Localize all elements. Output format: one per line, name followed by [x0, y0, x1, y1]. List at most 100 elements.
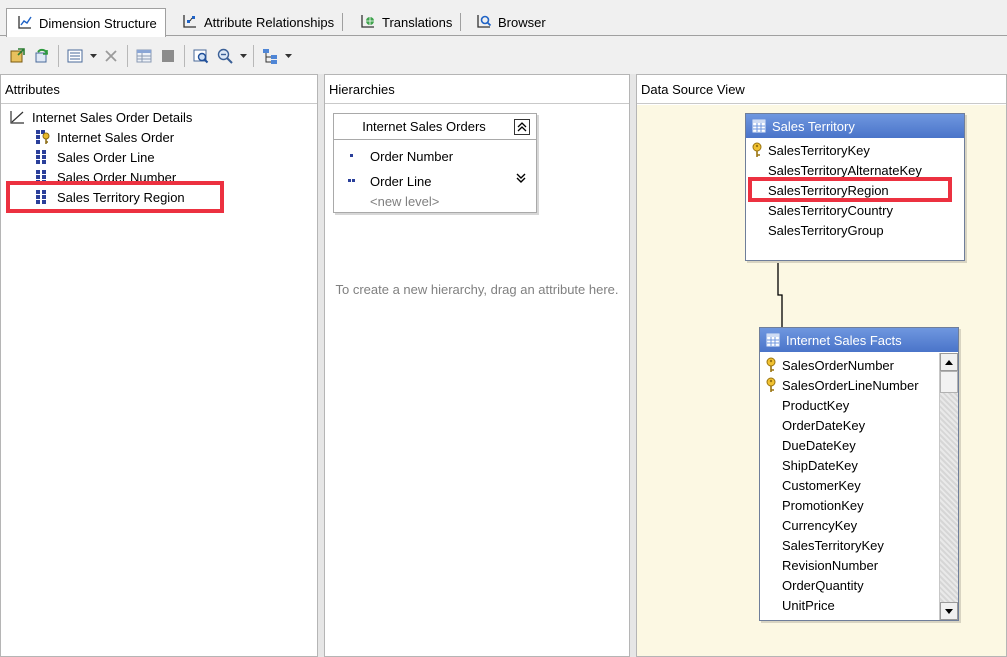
column-name: SalesTerritoryAlternateKey: [768, 162, 922, 178]
show-table-button[interactable]: [132, 44, 156, 68]
tab-label: Translations: [382, 15, 453, 30]
toolbar-separator: [253, 44, 254, 67]
column-name: CurrencyKey: [782, 517, 858, 533]
table-title: Sales Territory: [772, 118, 855, 134]
column-name: SalesTerritoryRegion: [768, 182, 889, 198]
column-name: CustomerKey: [782, 477, 861, 493]
level-one-icon: [350, 154, 353, 157]
zoom-button[interactable]: [213, 44, 237, 68]
column-name: SalesOrderNumber: [782, 357, 894, 373]
table-column[interactable]: SalesTerritoryKey: [750, 140, 870, 160]
view-list-dropdown[interactable]: [87, 44, 99, 68]
hierarchy-level[interactable]: Order Number: [344, 146, 453, 166]
view-list-button[interactable]: [63, 44, 87, 68]
tab-translations[interactable]: Translations: [350, 10, 462, 35]
attribute-icon: [36, 150, 46, 164]
column-name: SalesTerritoryGroup: [768, 222, 884, 238]
designer-toolbar: [0, 37, 1007, 74]
column-name: SalesTerritoryKey: [768, 142, 870, 158]
sales-territory-table[interactable]: Sales Territory SalesTerritoryKey SalesT…: [745, 113, 965, 261]
column-name: SalesTerritoryCountry: [768, 202, 893, 218]
table-column[interactable]: SalesTerritoryGroup: [768, 220, 884, 240]
column-name: SalesTerritoryKey: [782, 537, 884, 553]
toolbar-separator: [184, 44, 185, 67]
hide-table-button[interactable]: [156, 44, 180, 68]
table-column[interactable]: SalesTerritoryRegion: [768, 180, 889, 200]
table-column[interactable]: SalesTerritoryCountry: [768, 200, 893, 220]
new-hierarchy-hint: To create a new hierarchy, drag an attri…: [335, 282, 619, 297]
process-button[interactable]: [6, 44, 30, 68]
layout-button[interactable]: [258, 44, 282, 68]
tab-dimension-structure[interactable]: Dimension Structure: [6, 8, 166, 37]
primary-key-icon: [766, 357, 776, 372]
delete-button[interactable]: [99, 44, 123, 68]
scroll-down-arrow-icon: [945, 608, 953, 614]
table-scrollbar[interactable]: [939, 353, 958, 620]
new-level-placeholder[interactable]: <new level>: [370, 194, 439, 209]
table-column[interactable]: DueDateKey: [782, 435, 856, 455]
table-column-list[interactable]: SalesOrderNumber SalesOrderLineNumber Pr…: [760, 353, 938, 620]
table-column[interactable]: SalesOrderNumber: [764, 355, 894, 375]
table-title-bar[interactable]: Sales Territory: [746, 114, 964, 138]
scroll-up-button[interactable]: [940, 353, 958, 371]
table-column[interactable]: CurrencyKey: [782, 515, 857, 535]
dropdown-arrow-icon: [89, 53, 97, 58]
hierarchy-title-bar: Internet Sales Orders: [334, 114, 536, 140]
scroll-up-arrow-icon: [945, 359, 953, 365]
table-column[interactable]: PromotionKey: [782, 495, 864, 515]
level-two-icon: [348, 179, 355, 182]
double-chevron-up-icon: [517, 122, 527, 132]
reconnect-icon: [35, 48, 48, 62]
attribute-item[interactable]: Sales Territory Region: [35, 187, 185, 207]
column-name: PromotionKey: [782, 497, 864, 513]
table-title: Internet Sales Facts: [786, 332, 902, 348]
table-column[interactable]: CustomerKey: [782, 475, 861, 495]
zoom-to-fit-button[interactable]: [189, 44, 213, 68]
dimension-structure-icon: [17, 14, 33, 33]
attribute-label: Sales Order Line: [57, 149, 155, 165]
toolbar-separator: [127, 44, 128, 67]
scroll-thumb[interactable]: [940, 371, 958, 393]
dsv-canvas[interactable]: Sales Territory SalesTerritoryKey SalesT…: [637, 105, 1006, 656]
double-chevron-down-icon[interactable]: [516, 172, 526, 184]
column-name: DueDateKey: [782, 437, 856, 453]
reconnect-button[interactable]: [30, 44, 54, 68]
attribute-item[interactable]: Internet Sales Order: [35, 127, 174, 147]
dimension-root-node[interactable]: Internet Sales Order Details: [9, 109, 192, 125]
data-source-view-pane: Data Source View Sales Territory SalesTe…: [636, 74, 1007, 657]
table-column[interactable]: OrderDateKey: [782, 415, 865, 435]
zoom-dropdown[interactable]: [237, 44, 249, 68]
designer-tab-bar: Dimension Structure Attribute Relationsh…: [0, 0, 1007, 37]
table-column[interactable]: OrderQuantity: [782, 575, 864, 595]
tab-attribute-relationships[interactable]: Attribute Relationships: [172, 10, 344, 35]
attribute-label: Internet Sales Order: [57, 129, 175, 145]
table-icon: [752, 119, 766, 133]
browser-icon: [476, 13, 492, 32]
table-column[interactable]: ProductKey: [782, 395, 849, 415]
tab-browser[interactable]: Browser: [466, 10, 554, 35]
attribute-item[interactable]: Sales Order Line: [35, 147, 155, 167]
attribute-item[interactable]: Sales Order Number: [35, 167, 176, 187]
table-column[interactable]: SalesTerritoryAlternateKey: [768, 160, 922, 180]
table-column[interactable]: ShipDateKey: [782, 455, 858, 475]
process-icon: [10, 47, 25, 62]
scroll-down-button[interactable]: [940, 602, 958, 620]
dsv-pane-header: Data Source View: [637, 75, 1006, 104]
internet-sales-facts-table[interactable]: Internet Sales Facts SalesOrderNumber Sa…: [759, 327, 959, 621]
table-column[interactable]: RevisionNumber: [782, 555, 878, 575]
attribute-icon: [36, 190, 46, 204]
layout-dropdown[interactable]: [282, 44, 294, 68]
table-column[interactable]: UnitPrice: [782, 595, 835, 615]
hide-table-icon: [162, 49, 174, 62]
table-column[interactable]: SalesTerritoryKey: [782, 535, 884, 555]
hierarchy-box[interactable]: Internet Sales Orders Order Number Order…: [333, 113, 537, 213]
tab-label: Dimension Structure: [39, 15, 157, 31]
attribute-label: Sales Order Number: [57, 169, 177, 185]
column-name: ProductKey: [782, 397, 850, 413]
hierarchy-level[interactable]: Order Line: [344, 171, 431, 191]
level-label: Order Line: [370, 173, 432, 189]
table-title-bar[interactable]: Internet Sales Facts: [760, 328, 958, 352]
collapse-button[interactable]: [514, 119, 530, 135]
table-column[interactable]: SalesOrderLineNumber: [764, 375, 919, 395]
dropdown-arrow-icon: [239, 53, 247, 58]
